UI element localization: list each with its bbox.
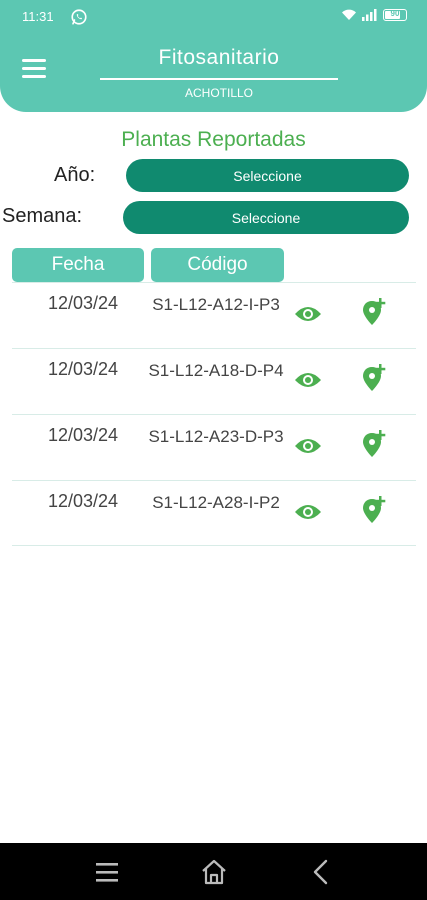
add-location-icon[interactable] bbox=[362, 363, 386, 393]
add-location-icon[interactable] bbox=[362, 297, 386, 327]
reported-plants-table: 12/03/24 S1-L12-A12-I-P3 12/03/24 S1-L12… bbox=[12, 282, 416, 546]
app-header: 11:31 90 Fitosanitario ACHOTILLO bbox=[0, 0, 427, 112]
hamburger-menu-icon[interactable] bbox=[22, 59, 46, 79]
recent-apps-icon[interactable] bbox=[92, 857, 122, 887]
table-row: 12/03/24 S1-L12-A28-I-P2 bbox=[12, 480, 416, 546]
row-code: S1-L12-A28-I-P2 bbox=[152, 493, 280, 512]
back-icon[interactable] bbox=[306, 857, 336, 887]
status-time: 11:31 bbox=[22, 9, 54, 24]
week-label: Semana: bbox=[2, 205, 83, 227]
home-icon[interactable] bbox=[199, 857, 229, 887]
whatsapp-icon bbox=[71, 9, 87, 25]
eye-icon[interactable] bbox=[294, 501, 322, 523]
eye-icon[interactable] bbox=[294, 435, 322, 457]
system-navigation-bar bbox=[0, 843, 427, 900]
year-label: Año: bbox=[54, 164, 96, 186]
row-date: 12/03/24 bbox=[47, 359, 119, 379]
status-bar: 11:31 90 bbox=[0, 0, 427, 36]
row-code: S1-L12-A18-D-P4 bbox=[148, 361, 284, 380]
row-code: S1-L12-A23-D-P3 bbox=[148, 427, 284, 446]
signal-icon bbox=[362, 9, 377, 21]
add-location-icon[interactable] bbox=[362, 495, 386, 525]
title-divider bbox=[100, 78, 338, 80]
table-row: 12/03/24 S1-L12-A23-D-P3 bbox=[12, 414, 416, 480]
wifi-icon bbox=[342, 9, 356, 20]
add-location-icon[interactable] bbox=[362, 429, 386, 459]
eye-icon[interactable] bbox=[294, 369, 322, 391]
eye-icon[interactable] bbox=[294, 303, 322, 325]
status-indicators: 90 bbox=[341, 8, 407, 21]
year-select[interactable]: Seleccione bbox=[126, 159, 409, 192]
page-title: Fitosanitario bbox=[158, 46, 280, 69]
row-date: 12/03/24 bbox=[47, 293, 119, 313]
table-row: 12/03/24 S1-L12-A12-I-P3 bbox=[12, 282, 416, 348]
page-subtitle: ACHOTILLO bbox=[184, 86, 253, 100]
row-code: S1-L12-A12-I-P3 bbox=[152, 295, 280, 314]
row-date: 12/03/24 bbox=[47, 425, 119, 445]
battery-level: 90 bbox=[390, 8, 400, 18]
week-select[interactable]: Seleccione bbox=[123, 201, 409, 234]
column-header-code: Código bbox=[151, 248, 284, 282]
battery-icon: 90 bbox=[383, 8, 407, 21]
column-header-date: Fecha bbox=[12, 248, 144, 282]
section-title: Plantas Reportadas bbox=[121, 128, 306, 151]
table-row: 12/03/24 S1-L12-A18-D-P4 bbox=[12, 348, 416, 414]
row-date: 12/03/24 bbox=[47, 491, 119, 511]
